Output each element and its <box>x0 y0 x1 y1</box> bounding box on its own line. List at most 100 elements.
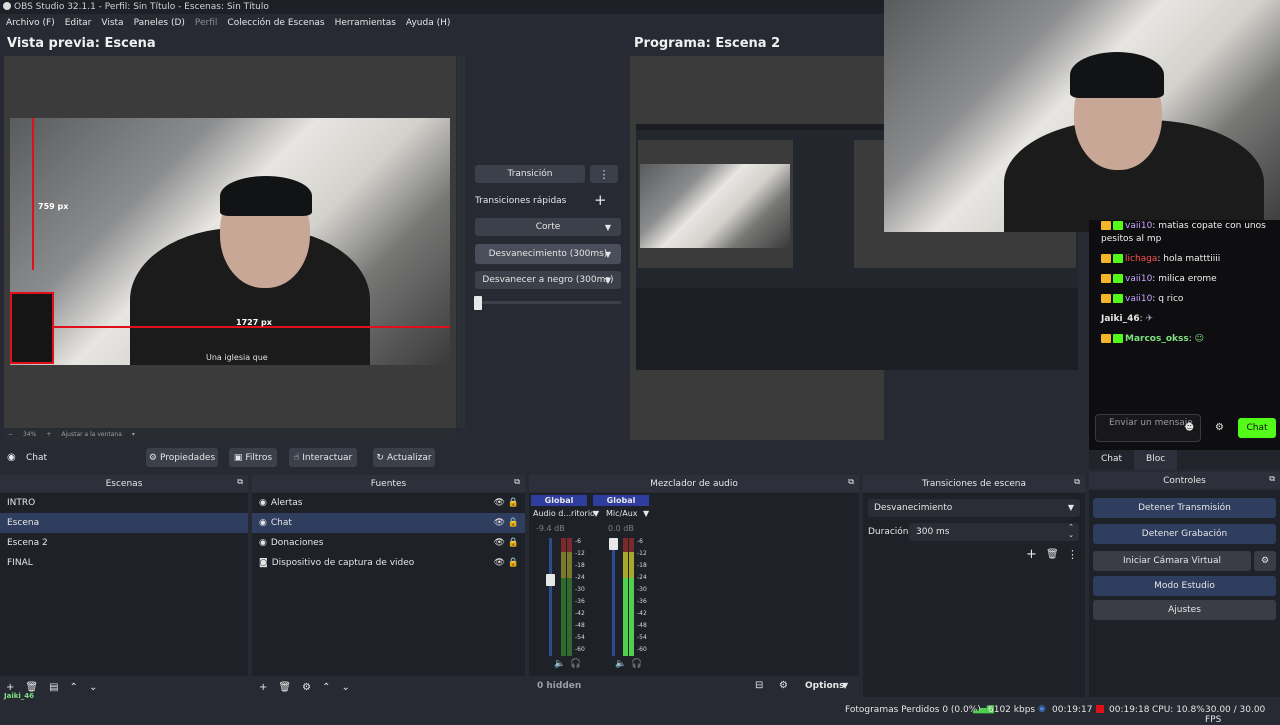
preview-scrollbar[interactable] <box>457 56 465 428</box>
chat-username[interactable]: vaii10 <box>1125 294 1152 304</box>
zoom-dropdown-icon[interactable]: ▾ <box>132 431 135 438</box>
interact-button[interactable]: ☝ Interactuar <box>289 448 357 467</box>
delete-transition-icon[interactable]: 🗑 <box>1046 549 1059 560</box>
menu-ayuda[interactable]: Ayuda (H) <box>406 18 450 32</box>
quick-transition-fade[interactable]: Desvanecimiento (300ms) ▼ <box>475 244 621 264</box>
lock-icon[interactable]: 🔒 <box>508 553 519 573</box>
undock-icon[interactable]: ⧉ <box>848 477 854 487</box>
channel-name[interactable]: Audio d...ritorio <box>533 509 595 518</box>
filters-label: Filtros <box>245 452 273 463</box>
delete-scene-icon[interactable]: 🗑 <box>25 682 38 693</box>
source-item[interactable]: ◉ Donaciones 👁 🔒 <box>252 533 525 553</box>
selected-source-box[interactable] <box>10 292 54 364</box>
source-item[interactable]: ◙ Dispositivo de captura de video 👁 🔒 <box>252 553 525 573</box>
chat-messages: vaii10: matias copate con unos pesitos a… <box>1089 220 1280 346</box>
menu-archivo[interactable]: Archivo (F) <box>6 18 55 32</box>
scene-item[interactable]: Escena 2 <box>0 533 248 553</box>
source-properties-icon[interactable]: ⚙ <box>302 682 311 693</box>
tab-bloc[interactable]: Bloc <box>1134 450 1178 470</box>
menu-editar[interactable]: Editar <box>65 18 92 32</box>
lock-icon[interactable]: 🔒 <box>508 533 519 553</box>
scene-item[interactable]: INTRO <box>0 493 248 513</box>
chat-settings-icon[interactable]: ⚙ <box>1215 422 1224 433</box>
eye-icon[interactable]: 👁 <box>494 493 505 513</box>
volume-slider[interactable] <box>549 538 552 656</box>
fit-window-label[interactable]: Ajustar a la ventana <box>61 431 122 438</box>
scene-item[interactable]: Escena <box>0 513 248 533</box>
transition-button[interactable]: Transición <box>475 165 585 183</box>
volume-slider[interactable] <box>612 538 615 656</box>
menu-vista[interactable]: Vista <box>101 18 123 32</box>
move-down-icon[interactable]: ⌄ <box>89 682 97 693</box>
stop-recording-button[interactable]: Detener Grabación <box>1093 524 1276 544</box>
layout-icon[interactable]: ⊟ <box>755 680 763 691</box>
menu-coleccion[interactable]: Colección de Escenas <box>227 18 324 32</box>
volume-slider-handle[interactable] <box>609 538 618 550</box>
move-up-icon[interactable]: ⌃ <box>322 682 330 693</box>
scene-filters-icon[interactable]: ▤ <box>49 682 58 693</box>
emoji-icon[interactable]: ☻ <box>1185 423 1194 433</box>
lock-icon[interactable]: 🔒 <box>508 513 519 533</box>
delete-source-icon[interactable]: 🗑 <box>278 682 291 693</box>
chat-username[interactable]: vaii10 <box>1125 274 1152 284</box>
eye-icon[interactable]: 👁 <box>494 513 505 533</box>
sources-title: Fuentes <box>370 478 407 489</box>
duration-input[interactable]: 300 ms ⌃ ⌄ <box>909 523 1079 541</box>
scene-item[interactable]: FINAL <box>0 553 248 573</box>
transition-more-icon[interactable]: ⋮ <box>590 165 618 183</box>
transition-more-icon[interactable]: ⋮ <box>1067 548 1078 561</box>
add-transition-icon[interactable]: + <box>1026 547 1037 562</box>
channel-name[interactable]: Mic/Aux <box>606 509 638 518</box>
move-down-icon[interactable]: ⌄ <box>341 682 349 693</box>
move-up-icon[interactable]: ⌃ <box>70 682 78 693</box>
mixer-options-button[interactable]: Options <box>805 681 844 691</box>
eye-icon[interactable]: 👁 <box>494 553 505 573</box>
transition-select[interactable]: Desvanecimiento ▼ <box>868 499 1080 517</box>
zoom-out-button[interactable]: − <box>8 431 13 438</box>
headphones-icon[interactable]: 🎧 <box>570 659 581 669</box>
undock-icon[interactable]: ⧉ <box>237 477 243 487</box>
channel-menu-icon[interactable]: ▼ <box>643 509 649 518</box>
lock-icon[interactable]: 🔒 <box>508 493 519 513</box>
settings-button[interactable]: Ajustes <box>1093 600 1276 620</box>
stop-streaming-button[interactable]: Detener Transmisión <box>1093 498 1276 518</box>
eye-icon[interactable]: 👁 <box>494 533 505 553</box>
studio-mode-button[interactable]: Modo Estudio <box>1093 576 1276 596</box>
channel-menu-icon[interactable]: ▼ <box>593 509 599 518</box>
add-scene-icon[interactable]: + <box>6 682 14 693</box>
menu-paneles[interactable]: Paneles (D) <box>134 18 185 32</box>
chat-input[interactable]: Enviar un mensaje ☻ <box>1095 414 1201 442</box>
preview-camera-feed[interactable]: Una iglesia que 759 px 1727 px <box>10 118 450 365</box>
filters-button[interactable]: ▣ Filtros <box>229 448 277 467</box>
chat-username[interactable]: Jaiki_46 <box>1101 314 1140 324</box>
chat-username[interactable]: Marcos_okss <box>1125 334 1189 344</box>
start-virtual-camera-button[interactable]: Iniciar Cámara Virtual <box>1093 551 1251 571</box>
virtual-camera-settings-icon[interactable]: ⚙ <box>1254 551 1276 571</box>
chat-username[interactable]: vaii10 <box>1125 221 1152 231</box>
chat-username[interactable]: lichaga <box>1125 254 1157 264</box>
speaker-icon[interactable]: 🔈 <box>554 659 565 669</box>
undock-icon[interactable]: ⧉ <box>1074 477 1080 487</box>
zoom-in-button[interactable]: + <box>46 431 51 438</box>
properties-button[interactable]: ⚙ Propiedades <box>146 448 218 467</box>
add-quick-transition-icon[interactable]: + <box>594 191 607 209</box>
speaker-icon[interactable]: 🔈 <box>615 659 626 669</box>
add-source-icon[interactable]: + <box>259 682 267 693</box>
headphones-icon[interactable]: 🎧 <box>631 659 642 669</box>
tbar-handle[interactable] <box>474 296 482 310</box>
advanced-audio-icon[interactable]: ⚙ <box>779 680 788 691</box>
refresh-button[interactable]: ↻ Actualizar <box>373 448 435 467</box>
spin-arrows-icon[interactable]: ⌃ ⌄ <box>1068 523 1074 539</box>
undock-icon[interactable]: ⧉ <box>514 477 520 487</box>
menu-herramientas[interactable]: Herramientas <box>335 18 396 32</box>
chevron-down-icon[interactable]: ▼ <box>842 681 848 690</box>
undock-icon[interactable]: ⧉ <box>1269 474 1275 484</box>
tab-chat[interactable]: Chat <box>1089 450 1134 470</box>
source-item[interactable]: ◉ Chat 👁 🔒 <box>252 513 525 533</box>
quick-transition-cut[interactable]: Corte ▼ <box>475 218 621 236</box>
quick-transition-fade-black[interactable]: Desvanecer a negro (300ms) ▼ <box>475 271 621 289</box>
volume-slider-handle[interactable] <box>546 574 555 586</box>
source-item[interactable]: ◉ Alertas 👁 🔒 <box>252 493 525 513</box>
chat-send-button[interactable]: Chat <box>1238 418 1276 438</box>
tbar-slider[interactable] <box>475 301 621 304</box>
